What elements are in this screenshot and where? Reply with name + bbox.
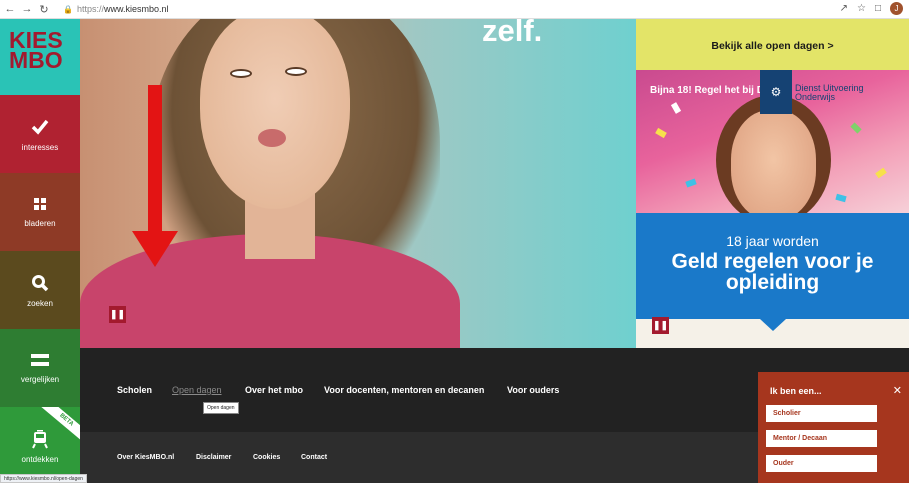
sidebar-item-interesses[interactable]: interesses (0, 95, 80, 173)
confetti (655, 127, 667, 139)
url-scheme: https:// (76, 4, 104, 14)
search-icon (32, 275, 49, 292)
duo-logo-text: Dienst Uitvoering Onderwijs (795, 84, 864, 102)
duo-crest-icon: ⚙ (760, 70, 792, 114)
footer-link-disclaimer[interactable]: Disclaimer (196, 454, 231, 461)
footer-link-contact[interactable]: Contact (301, 454, 327, 461)
sidebar-item-vergelijken[interactable]: vergelijken (0, 329, 80, 407)
duo-promo-text[interactable]: 18 jaar worden Geld regelen voor je ople… (636, 213, 909, 319)
kiesmbo-logo[interactable]: KIES MBO (0, 19, 80, 95)
nav-tooltip: Open dagen (203, 402, 239, 414)
sidebar-item-zoeken[interactable]: zoeken (0, 251, 80, 329)
hero-photo-eye (285, 67, 307, 76)
duo-promo-image[interactable]: Bijna 18! Regel het bij DUO ⚙ Dienst Uit… (636, 70, 909, 213)
url-host: www.kiesmbo.nl (103, 4, 169, 14)
nav-item-scholen[interactable]: Scholen (117, 385, 152, 395)
sidebar-item-label: vergelijken (20, 375, 60, 384)
tram-icon (32, 430, 48, 449)
promo-notch (760, 319, 786, 331)
lock-icon: 🔒 (63, 4, 73, 14)
sidebar-item-label: zoeken (27, 299, 53, 308)
bookmark-star-icon[interactable]: ☆ (857, 3, 866, 14)
footer-link-cookies[interactable]: Cookies (253, 454, 280, 461)
sidebar-item-label: interesses (21, 143, 59, 152)
hero-photo-lips (258, 129, 286, 147)
hero-banner: zelf. ❚❚ (80, 19, 636, 348)
status-url: https://www.kiesmbo.nl/open-dagen (0, 474, 87, 483)
sidebar-item-label: ontdekken (21, 455, 59, 464)
nav-item-over-het-mbo[interactable]: Over het mbo (245, 385, 303, 395)
checkmark-icon (31, 119, 49, 135)
sidebar-item-label: bladeren (24, 219, 56, 228)
page: ← → ↻ 🔒 https://www.kiesmbo.nl ↗ ☆ □ J K… (0, 0, 909, 483)
sidebar-item-bladeren[interactable]: bladeren (0, 173, 80, 251)
duo-logo-line: Onderwijs (795, 92, 836, 102)
grid-icon (34, 198, 46, 210)
nav-item-voor-docenten[interactable]: Voor docenten, mentoren en decanen (324, 385, 484, 395)
promo-headline-line: opleiding (725, 271, 820, 294)
confetti (685, 178, 697, 188)
role-selector-panel: Ik ben een... ✕ Scholier Mentor / Decaan… (758, 372, 909, 483)
role-option-scholier[interactable]: Scholier (766, 405, 877, 422)
profile-avatar[interactable]: J (890, 2, 903, 15)
confetti (835, 193, 847, 203)
reload-icon[interactable]: ↻ (37, 3, 51, 16)
red-arrow-head (132, 231, 178, 267)
hero-pause-button[interactable]: ❚❚ (109, 306, 126, 323)
footer-link-over[interactable]: Over KiesMBO.nl (117, 454, 174, 461)
browser-actions: ↗ ☆ □ J (840, 2, 903, 15)
right-column: Bekijk alle open dagen > Bijna 18! Regel… (636, 19, 909, 348)
role-option-ouder[interactable]: Ouder (766, 455, 877, 472)
browser-toolbar: ← → ↻ 🔒 https://www.kiesmbo.nl ↗ ☆ □ J (0, 0, 909, 19)
role-option-mentor[interactable]: Mentor / Decaan (766, 430, 877, 447)
back-arrow-icon[interactable]: ← (3, 3, 17, 15)
hero-photo-eye (230, 69, 252, 78)
role-panel-title: Ik ben een... (770, 386, 822, 396)
nav-item-open-dagen[interactable]: Open dagen (172, 385, 222, 395)
sidepanel-icon[interactable]: □ (875, 3, 881, 14)
logo-line-2: MBO (9, 47, 63, 73)
equals-icon (31, 354, 49, 366)
promo-subtitle: 18 jaar worden (726, 233, 819, 249)
promo-pause-button[interactable]: ❚❚ (652, 317, 669, 334)
address-bar[interactable]: https://www.kiesmbo.nl (77, 4, 169, 14)
forward-arrow-icon[interactable]: → (20, 3, 34, 15)
open-days-link[interactable]: Bekijk alle open dagen > (636, 19, 909, 70)
close-icon[interactable]: ✕ (893, 384, 902, 397)
hero-text: zelf. (482, 19, 543, 48)
confetti (850, 122, 862, 134)
left-sidebar: KIES MBO interesses bladeren zoeken verg… (0, 19, 80, 483)
promo-photo-face (731, 110, 816, 213)
confetti (670, 102, 682, 114)
red-arrow-annotation (148, 85, 162, 235)
sidebar-item-ontdekken[interactable]: BETA ontdekken (0, 407, 80, 483)
confetti (875, 167, 887, 179)
nav-item-voor-ouders[interactable]: Voor ouders (507, 385, 559, 395)
share-icon[interactable]: ↗ (840, 3, 848, 14)
promo-headline: Geld regelen voor je opleiding (636, 251, 909, 293)
promo-headline-line: Geld regelen voor je (671, 250, 874, 273)
